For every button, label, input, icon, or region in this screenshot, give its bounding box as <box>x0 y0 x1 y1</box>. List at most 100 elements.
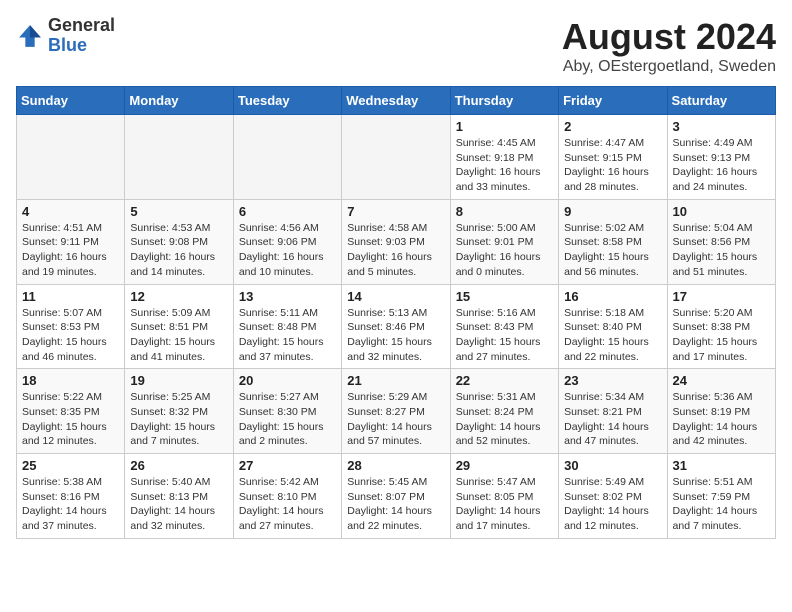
day-number: 25 <box>22 458 119 473</box>
logo-text: General Blue <box>48 16 115 56</box>
day-header-wednesday: Wednesday <box>342 87 450 115</box>
calendar-cell: 29 Sunrise: 5:47 AM Sunset: 8:05 PM Dayli… <box>450 454 558 539</box>
calendar-cell: 20 Sunrise: 5:27 AM Sunset: 8:30 PM Dayli… <box>233 369 341 454</box>
day-number: 31 <box>673 458 770 473</box>
day-info: Sunrise: 5:51 AM Sunset: 7:59 PM Dayligh… <box>673 475 770 534</box>
day-info: Sunrise: 4:56 AM Sunset: 9:06 PM Dayligh… <box>239 221 336 280</box>
calendar-cell: 10Sunrise: 5:04 AM Sunset: 8:56 PM Dayli… <box>667 199 775 284</box>
day-number: 17 <box>673 289 770 304</box>
calendar-cell: 31 Sunrise: 5:51 AM Sunset: 7:59 PM Dayli… <box>667 454 775 539</box>
calendar-cell: 4 Sunrise: 4:51 AM Sunset: 9:11 PM Daylig… <box>17 199 125 284</box>
calendar-header: SundayMondayTuesdayWednesdayThursdayFrid… <box>17 87 776 115</box>
calendar-cell: 8 Sunrise: 5:00 AM Sunset: 9:01 PM Daylig… <box>450 199 558 284</box>
day-number: 11 <box>22 289 119 304</box>
page-header: General Blue August 2024 Aby, OEstergoet… <box>16 16 776 76</box>
day-number: 26 <box>130 458 227 473</box>
day-info: Sunrise: 5:18 AM Sunset: 8:40 PM Dayligh… <box>564 306 661 365</box>
week-row-2: 4 Sunrise: 4:51 AM Sunset: 9:11 PM Daylig… <box>17 199 776 284</box>
day-number: 27 <box>239 458 336 473</box>
day-info: Sunrise: 5:49 AM Sunset: 8:02 PM Dayligh… <box>564 475 661 534</box>
day-info: Sunrise: 5:29 AM Sunset: 8:27 PM Dayligh… <box>347 390 444 449</box>
calendar-cell: 23 Sunrise: 5:34 AM Sunset: 8:21 PM Dayli… <box>559 369 667 454</box>
calendar-cell: 16 Sunrise: 5:18 AM Sunset: 8:40 PM Dayli… <box>559 284 667 369</box>
day-number: 22 <box>456 373 553 388</box>
calendar-table: SundayMondayTuesdayWednesdayThursdayFrid… <box>16 86 776 539</box>
week-row-5: 25Sunrise: 5:38 AM Sunset: 8:16 PM Dayli… <box>17 454 776 539</box>
day-number: 9 <box>564 204 661 219</box>
day-info: Sunrise: 5:11 AM Sunset: 8:48 PM Dayligh… <box>239 306 336 365</box>
calendar-cell <box>17 115 125 200</box>
day-info: Sunrise: 5:16 AM Sunset: 8:43 PM Dayligh… <box>456 306 553 365</box>
day-info: Sunrise: 5:20 AM Sunset: 8:38 PM Dayligh… <box>673 306 770 365</box>
calendar-cell: 25Sunrise: 5:38 AM Sunset: 8:16 PM Dayli… <box>17 454 125 539</box>
calendar-cell: 1 Sunrise: 4:45 AM Sunset: 9:18 PM Daylig… <box>450 115 558 200</box>
day-number: 4 <box>22 204 119 219</box>
calendar-cell: 28Sunrise: 5:45 AM Sunset: 8:07 PM Dayli… <box>342 454 450 539</box>
day-info: Sunrise: 5:36 AM Sunset: 8:19 PM Dayligh… <box>673 390 770 449</box>
calendar-cell: 2 Sunrise: 4:47 AM Sunset: 9:15 PM Daylig… <box>559 115 667 200</box>
day-number: 2 <box>564 119 661 134</box>
logo-general: General <box>48 16 115 36</box>
page-subtitle: Aby, OEstergoetland, Sweden <box>562 58 776 76</box>
day-info: Sunrise: 5:47 AM Sunset: 8:05 PM Dayligh… <box>456 475 553 534</box>
day-info: Sunrise: 5:34 AM Sunset: 8:21 PM Dayligh… <box>564 390 661 449</box>
calendar-cell: 30Sunrise: 5:49 AM Sunset: 8:02 PM Dayli… <box>559 454 667 539</box>
week-row-4: 18 Sunrise: 5:22 AM Sunset: 8:35 PM Dayli… <box>17 369 776 454</box>
title-block: August 2024 Aby, OEstergoetland, Sweden <box>562 16 776 76</box>
calendar-cell: 5Sunrise: 4:53 AM Sunset: 9:08 PM Daylig… <box>125 199 233 284</box>
day-header-sunday: Sunday <box>17 87 125 115</box>
calendar-cell: 11 Sunrise: 5:07 AM Sunset: 8:53 PM Dayli… <box>17 284 125 369</box>
day-number: 28 <box>347 458 444 473</box>
calendar-cell: 3Sunrise: 4:49 AM Sunset: 9:13 PM Daylig… <box>667 115 775 200</box>
day-number: 19 <box>130 373 227 388</box>
calendar-cell: 14Sunrise: 5:13 AM Sunset: 8:46 PM Dayli… <box>342 284 450 369</box>
day-info: Sunrise: 5:02 AM Sunset: 8:58 PM Dayligh… <box>564 221 661 280</box>
day-info: Sunrise: 5:00 AM Sunset: 9:01 PM Dayligh… <box>456 221 553 280</box>
day-number: 20 <box>239 373 336 388</box>
logo-icon <box>16 22 44 50</box>
day-info: Sunrise: 5:27 AM Sunset: 8:30 PM Dayligh… <box>239 390 336 449</box>
calendar-cell: 6Sunrise: 4:56 AM Sunset: 9:06 PM Daylig… <box>233 199 341 284</box>
logo-blue-text: Blue <box>48 36 115 56</box>
day-info: Sunrise: 5:07 AM Sunset: 8:53 PM Dayligh… <box>22 306 119 365</box>
calendar-cell: 24 Sunrise: 5:36 AM Sunset: 8:19 PM Dayli… <box>667 369 775 454</box>
calendar-cell: 15 Sunrise: 5:16 AM Sunset: 8:43 PM Dayli… <box>450 284 558 369</box>
day-info: Sunrise: 5:04 AM Sunset: 8:56 PM Dayligh… <box>673 221 770 280</box>
calendar-cell <box>125 115 233 200</box>
page-title: August 2024 <box>562 16 776 58</box>
day-number: 29 <box>456 458 553 473</box>
day-number: 1 <box>456 119 553 134</box>
logo: General Blue <box>16 16 115 56</box>
day-number: 14 <box>347 289 444 304</box>
calendar-cell <box>342 115 450 200</box>
day-info: Sunrise: 4:47 AM Sunset: 9:15 PM Dayligh… <box>564 136 661 195</box>
calendar-cell: 17 Sunrise: 5:20 AM Sunset: 8:38 PM Dayli… <box>667 284 775 369</box>
day-number: 8 <box>456 204 553 219</box>
day-info: Sunrise: 4:51 AM Sunset: 9:11 PM Dayligh… <box>22 221 119 280</box>
day-number: 24 <box>673 373 770 388</box>
day-number: 15 <box>456 289 553 304</box>
day-info: Sunrise: 5:22 AM Sunset: 8:35 PM Dayligh… <box>22 390 119 449</box>
day-info: Sunrise: 5:42 AM Sunset: 8:10 PM Dayligh… <box>239 475 336 534</box>
calendar-cell: 22 Sunrise: 5:31 AM Sunset: 8:24 PM Dayli… <box>450 369 558 454</box>
day-header-monday: Monday <box>125 87 233 115</box>
day-header-thursday: Thursday <box>450 87 558 115</box>
day-info: Sunrise: 5:31 AM Sunset: 8:24 PM Dayligh… <box>456 390 553 449</box>
day-header-tuesday: Tuesday <box>233 87 341 115</box>
day-number: 16 <box>564 289 661 304</box>
calendar-cell: 26Sunrise: 5:40 AM Sunset: 8:13 PM Dayli… <box>125 454 233 539</box>
day-number: 3 <box>673 119 770 134</box>
day-number: 23 <box>564 373 661 388</box>
calendar-cell <box>233 115 341 200</box>
calendar-cell: 12Sunrise: 5:09 AM Sunset: 8:51 PM Dayli… <box>125 284 233 369</box>
calendar-cell: 21Sunrise: 5:29 AM Sunset: 8:27 PM Dayli… <box>342 369 450 454</box>
calendar-cell: 13Sunrise: 5:11 AM Sunset: 8:48 PM Dayli… <box>233 284 341 369</box>
day-info: Sunrise: 4:45 AM Sunset: 9:18 PM Dayligh… <box>456 136 553 195</box>
day-number: 12 <box>130 289 227 304</box>
week-row-3: 11 Sunrise: 5:07 AM Sunset: 8:53 PM Dayli… <box>17 284 776 369</box>
day-headers-row: SundayMondayTuesdayWednesdayThursdayFrid… <box>17 87 776 115</box>
calendar-cell: 9 Sunrise: 5:02 AM Sunset: 8:58 PM Daylig… <box>559 199 667 284</box>
day-number: 5 <box>130 204 227 219</box>
day-number: 18 <box>22 373 119 388</box>
day-header-friday: Friday <box>559 87 667 115</box>
